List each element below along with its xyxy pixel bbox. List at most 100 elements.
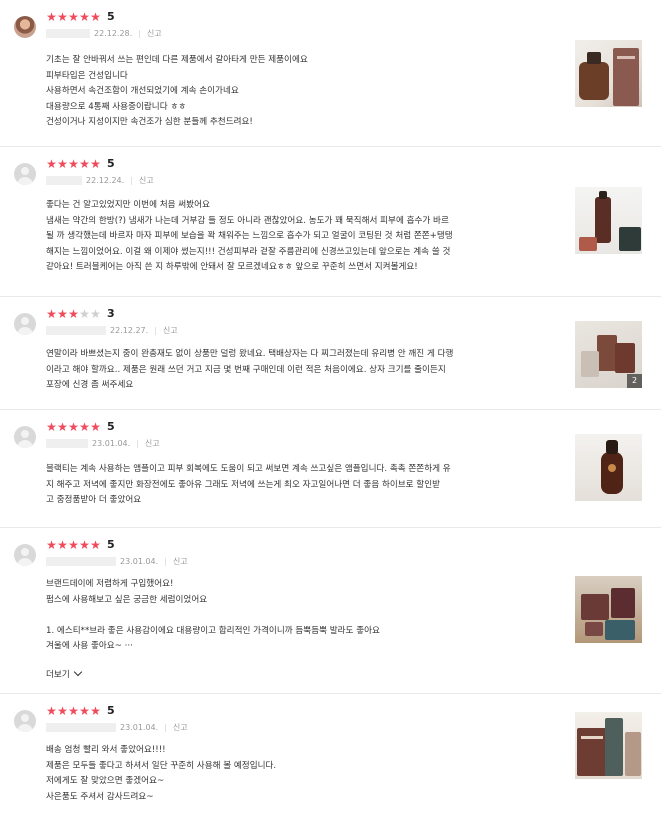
star-icon: ★: [79, 704, 90, 718]
star-icon: ★: [68, 307, 79, 321]
review-date: 22.12.28.: [94, 29, 133, 38]
review-photo-thumbnail[interactable]: [575, 40, 642, 107]
star-rating: ★ ★ ★ ★ ★ 3: [46, 307, 115, 321]
star-icon: ★: [46, 420, 57, 434]
star-icon: ★: [57, 10, 68, 24]
review-text-line: 펌스에 사용해보고 싶은 궁금한 세럼이었어요: [46, 594, 208, 605]
product-shape: [587, 52, 601, 64]
report-link[interactable]: 신고: [173, 556, 188, 567]
star-icon: ★: [79, 10, 90, 24]
review-text-line: 기초는 잘 안바꿔서 쓰는 편인데 다른 제품에서 갈아타게 만든 제품이에요: [46, 55, 308, 65]
review-text: 기초는 잘 안바꿔서 쓰는 편인데 다른 제품에서 갈아타게 만든 제품이에요피…: [46, 53, 551, 131]
avatar: [14, 710, 36, 732]
review-text-line: 건성이거나 지성이지만 속건조가 심한 분들께 추천드려요!: [46, 117, 253, 128]
avatar-body-shape: [17, 177, 33, 185]
read-more-button[interactable]: 더보기: [46, 667, 82, 680]
review-text-line: 제품은 모두들 좋다고 하셔서 일단 꾸준히 사용해 볼 예정입니다.: [46, 760, 277, 771]
review-text-line: 블랙티는 계속 사용하는 앰플이고 피부 회복에도 도움이 되고 써보면 계속 …: [46, 464, 451, 474]
star-icon: ★: [79, 307, 90, 321]
star-icon: ★: [68, 420, 79, 434]
star-icon: ★: [68, 704, 79, 718]
review-item: ★ ★ ★ ★ ★ 5 23.01.04. | 신고 블랙티는 계속 사용하는 앰플이고 피부 회…: [0, 410, 661, 528]
star-icon: ★: [90, 538, 101, 552]
meta-divider: |: [164, 557, 167, 566]
star-icon: ★: [46, 704, 57, 718]
meta-divider: |: [136, 439, 139, 448]
review-date: 23.01.04.: [120, 557, 159, 566]
avatar-head-shape: [21, 430, 29, 438]
report-link[interactable]: 신고: [147, 28, 162, 39]
avatar-body-shape: [17, 558, 33, 566]
review-photo-thumbnail[interactable]: [575, 434, 642, 501]
product-shape: [619, 227, 641, 251]
review-meta: 23.01.04. | 신고: [46, 722, 188, 733]
product-shape: [617, 56, 635, 59]
product-shape: [606, 440, 618, 454]
report-link[interactable]: 신고: [163, 325, 178, 336]
review-text-line: 대용량으로 4통째 사용중이랍니다 ㅎㅎ: [46, 101, 187, 112]
review-text-line: 해지는 느낌이었어요. 이걸 왜 이제야 썼는지!!! 건성피부라 겉잘 주름관…: [46, 246, 451, 257]
product-shape: [585, 622, 603, 636]
review-item: ★ ★ ★ ★ ★ 5 23.01.04. | 신고 브랜드데이에 저렴하게 구입했어요! 펌스에 …: [0, 528, 661, 694]
photo-count-badge: 2: [627, 374, 642, 388]
avatar-head-shape: [21, 714, 29, 722]
review-text: 연말이라 바쁘셨는지 중이 완충재도 없이 상품만 덜렁 왔네요. 택배상자는 …: [46, 347, 551, 394]
rating-score: 5: [107, 157, 115, 170]
rating-score: 3: [107, 307, 115, 320]
review-text-line: 좋다는 건 알고있었지만 이번에 처음 써봤어요: [46, 200, 210, 210]
review-photo-thumbnail[interactable]: [575, 712, 642, 779]
star-icon: ★: [46, 538, 57, 552]
review-text-line: 사은품도 주셔서 감사드려요~: [46, 791, 154, 802]
avatar-body-shape: [17, 724, 33, 732]
star-icon: ★: [57, 538, 68, 552]
meta-divider: |: [130, 176, 133, 185]
product-shape: [597, 335, 617, 371]
product-shape: [579, 237, 597, 251]
review-meta: 22.12.24. | 신고: [46, 175, 154, 186]
star-rating: ★ ★ ★ ★ ★ 5: [46, 157, 115, 171]
star-icon: ★: [90, 704, 101, 718]
avatar: [14, 16, 36, 38]
review-photo-thumbnail[interactable]: [575, 187, 642, 254]
report-link[interactable]: 신고: [145, 438, 160, 449]
review-text-line: [46, 608, 551, 624]
report-link[interactable]: 신고: [139, 175, 154, 186]
avatar-body-shape: [17, 440, 33, 448]
read-more-label: 더보기: [46, 670, 70, 680]
product-shape: [581, 736, 603, 739]
product-shape: [605, 718, 623, 776]
review-text-line: 고 중정품받아 더 좋았어요: [46, 495, 142, 506]
product-shape: [605, 620, 635, 640]
star-rating: ★ ★ ★ ★ ★ 5: [46, 10, 115, 24]
star-icon: ★: [90, 420, 101, 434]
chevron-down-icon: [73, 667, 82, 677]
review-meta: 23.01.04. | 신고: [46, 556, 188, 567]
product-shape: [579, 62, 609, 100]
product-shape: [615, 343, 635, 373]
star-icon: ★: [90, 10, 101, 24]
review-item: ★ ★ ★ ★ ★ 5 22.12.28. | 신고 기초는 잘 안바꿔서 쓰는 편인데 다른 제…: [0, 0, 661, 147]
review-text-line: 브랜드데이에 저렴하게 구입했어요!: [46, 579, 174, 589]
review-text: 좋다는 건 알고있었지만 이번에 처음 써봤어요 냄새는 약간의 한방(?) 냄새…: [46, 198, 551, 276]
report-link[interactable]: 신고: [173, 722, 188, 733]
meta-divider: |: [154, 326, 157, 335]
product-shape: [625, 732, 641, 776]
avatar-body-shape: [17, 327, 33, 335]
rating-score: 5: [107, 704, 115, 717]
review-photo-thumbnail[interactable]: 2: [575, 321, 642, 388]
masked-username: [46, 29, 90, 38]
review-text-line: 피부타입은 건성입니다: [46, 70, 128, 81]
review-text-line: 배송 엄청 빨리 와서 좋았어요!!!!: [46, 745, 166, 755]
review-text-line: 될 까 생각했는데 바르자 마자 피부에 보습을 꽉 채워주는 느낌으로 흡수가…: [46, 231, 453, 242]
star-rating: ★ ★ ★ ★ ★ 5: [46, 704, 115, 718]
review-photo-thumbnail[interactable]: [575, 576, 642, 643]
product-shape: [601, 452, 623, 494]
product-shape: [581, 351, 599, 377]
masked-username: [46, 557, 116, 566]
review-text: 배송 엄청 빨리 와서 좋았어요!!!! 제품은 모두들 좋다고 하셔서 일단 꾸…: [46, 743, 551, 805]
star-icon: ★: [57, 157, 68, 171]
review-text-line: 저에게도 잘 맞았으면 좋겠어요~: [46, 776, 165, 787]
star-icon: ★: [46, 10, 57, 24]
star-icon: ★: [68, 10, 79, 24]
star-icon: ★: [57, 307, 68, 321]
